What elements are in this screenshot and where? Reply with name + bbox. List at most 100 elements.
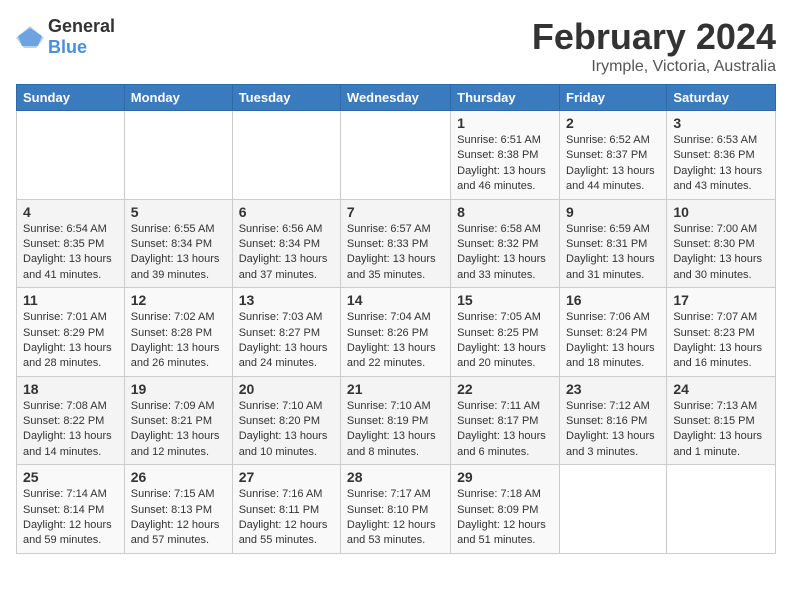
week-row-1: 1 Sunrise: 6:51 AMSunset: 8:38 PMDaylight… [17, 111, 776, 200]
calendar-cell: 2Sunrise: 6:52 AMSunset: 8:37 PMDaylight… [560, 111, 667, 200]
day-info: Sunrise: 7:16 AMSunset: 8:11 PMDaylight:… [239, 487, 334, 549]
day-number: 3 [673, 115, 769, 131]
calendar-cell: 25 Sunrise: 7:14 AMSunset: 8:14 PMDayligh… [17, 465, 125, 554]
day-number: 1 [457, 115, 553, 131]
day-info: Sunrise: 7:06 AMSunset: 8:24 PMDaylight:… [566, 310, 660, 372]
logo-blue: Blue [48, 37, 87, 57]
day-number: 8 [457, 204, 553, 220]
day-number: 16 [566, 292, 660, 308]
day-number: 21 [347, 381, 444, 397]
day-info: Sunrise: 7:11 AMSunset: 8:17 PMDaylight:… [457, 399, 553, 461]
calendar-cell: 26Sunrise: 7:15 AMSunset: 8:13 PMDayligh… [124, 465, 232, 554]
logo-text: General Blue [48, 16, 115, 58]
weekday-header-monday: Monday [124, 85, 232, 111]
day-info: Sunrise: 7:00 AMSunset: 8:30 PMDaylight:… [673, 222, 769, 284]
weekday-header-tuesday: Tuesday [232, 85, 340, 111]
day-number: 19 [131, 381, 226, 397]
day-number: 23 [566, 381, 660, 397]
weekday-header-thursday: Thursday [451, 85, 560, 111]
day-info: Sunrise: 7:17 AMSunset: 8:10 PMDaylight:… [347, 487, 444, 549]
weekday-header-saturday: Saturday [667, 85, 776, 111]
calendar-cell: 12 Sunrise: 7:02 AMSunset: 8:28 PMDayligh… [124, 288, 232, 377]
day-info: Sunrise: 7:10 AMSunset: 8:20 PMDaylight:… [239, 399, 334, 461]
weekday-header-row: SundayMondayTuesdayWednesdayThursdayFrid… [17, 85, 776, 111]
day-number: 5 [131, 204, 226, 220]
location-title: Irymple, Victoria, Australia [532, 58, 776, 76]
title-area: February 2024 Irymple, Victoria, Austral… [532, 16, 776, 76]
calendar-cell: 21Sunrise: 7:10 AMSunset: 8:19 PMDayligh… [340, 376, 450, 465]
day-info: Sunrise: 7:14 AMSunset: 8:14 PMDaylight:… [23, 487, 118, 549]
day-number: 29 [457, 469, 553, 485]
calendar-cell: 29Sunrise: 7:18 AMSunset: 8:09 PMDayligh… [451, 465, 560, 554]
weekday-header-wednesday: Wednesday [340, 85, 450, 111]
calendar-cell: 22 Sunrise: 7:11 AMSunset: 8:17 PMDayligh… [451, 376, 560, 465]
day-number: 27 [239, 469, 334, 485]
day-info: Sunrise: 7:08 AMSunset: 8:22 PMDaylight:… [23, 399, 118, 461]
calendar-cell: 17 Sunrise: 7:07 AMSunset: 8:23 PMDayligh… [667, 288, 776, 377]
day-info: Sunrise: 7:03 AMSunset: 8:27 PMDaylight:… [239, 310, 334, 372]
day-number: 13 [239, 292, 334, 308]
calendar-cell: 7 Sunrise: 6:57 AMSunset: 8:33 PMDaylight… [340, 199, 450, 288]
day-info: Sunrise: 7:15 AMSunset: 8:13 PMDaylight:… [131, 487, 226, 549]
day-number: 24 [673, 381, 769, 397]
week-row-5: 25 Sunrise: 7:14 AMSunset: 8:14 PMDayligh… [17, 465, 776, 554]
logo-icon [16, 26, 44, 48]
logo-general: General [48, 16, 115, 36]
calendar-cell [232, 111, 340, 200]
calendar-cell: 24 Sunrise: 7:13 AMSunset: 8:15 PMDayligh… [667, 376, 776, 465]
day-number: 9 [566, 204, 660, 220]
day-info: Sunrise: 6:58 AMSunset: 8:32 PMDaylight:… [457, 222, 553, 284]
day-info: Sunrise: 6:51 AMSunset: 8:38 PMDaylight:… [457, 133, 553, 195]
calendar-cell: 8 Sunrise: 6:58 AMSunset: 8:32 PMDaylight… [451, 199, 560, 288]
day-number: 22 [457, 381, 553, 397]
day-info: Sunrise: 7:12 AMSunset: 8:16 PMDaylight:… [566, 399, 660, 461]
calendar-cell: 19 Sunrise: 7:09 AMSunset: 8:21 PMDayligh… [124, 376, 232, 465]
calendar-cell: 10 Sunrise: 7:00 AMSunset: 8:30 PMDayligh… [667, 199, 776, 288]
week-row-4: 18Sunrise: 7:08 AMSunset: 8:22 PMDayligh… [17, 376, 776, 465]
calendar-cell [340, 111, 450, 200]
day-number: 7 [347, 204, 444, 220]
calendar-cell: 15Sunrise: 7:05 AMSunset: 8:25 PMDayligh… [451, 288, 560, 377]
day-number: 17 [673, 292, 769, 308]
calendar-cell: 5 Sunrise: 6:55 AMSunset: 8:34 PMDaylight… [124, 199, 232, 288]
calendar-cell: 18Sunrise: 7:08 AMSunset: 8:22 PMDayligh… [17, 376, 125, 465]
calendar-cell: 4Sunrise: 6:54 AMSunset: 8:35 PMDaylight… [17, 199, 125, 288]
day-info: Sunrise: 6:55 AMSunset: 8:34 PMDaylight:… [131, 222, 226, 284]
day-number: 14 [347, 292, 444, 308]
calendar-cell: 23 Sunrise: 7:12 AMSunset: 8:16 PMDayligh… [560, 376, 667, 465]
calendar-cell [17, 111, 125, 200]
calendar-cell: 27 Sunrise: 7:16 AMSunset: 8:11 PMDayligh… [232, 465, 340, 554]
week-row-3: 11Sunrise: 7:01 AMSunset: 8:29 PMDayligh… [17, 288, 776, 377]
week-row-2: 4Sunrise: 6:54 AMSunset: 8:35 PMDaylight… [17, 199, 776, 288]
day-number: 2 [566, 115, 660, 131]
day-info: Sunrise: 7:05 AMSunset: 8:25 PMDaylight:… [457, 310, 553, 372]
day-info: Sunrise: 7:01 AMSunset: 8:29 PMDaylight:… [23, 310, 118, 372]
day-number: 10 [673, 204, 769, 220]
calendar-cell: 14Sunrise: 7:04 AMSunset: 8:26 PMDayligh… [340, 288, 450, 377]
calendar-cell: 16 Sunrise: 7:06 AMSunset: 8:24 PMDayligh… [560, 288, 667, 377]
weekday-header-friday: Friday [560, 85, 667, 111]
day-number: 12 [131, 292, 226, 308]
day-info: Sunrise: 6:59 AMSunset: 8:31 PMDaylight:… [566, 222, 660, 284]
calendar-cell [667, 465, 776, 554]
day-number: 6 [239, 204, 334, 220]
calendar-cell: 3 Sunrise: 6:53 AMSunset: 8:36 PMDaylight… [667, 111, 776, 200]
calendar-cell [124, 111, 232, 200]
day-info: Sunrise: 7:07 AMSunset: 8:23 PMDaylight:… [673, 310, 769, 372]
day-info: Sunrise: 6:57 AMSunset: 8:33 PMDaylight:… [347, 222, 444, 284]
day-info: Sunrise: 7:13 AMSunset: 8:15 PMDaylight:… [673, 399, 769, 461]
day-number: 20 [239, 381, 334, 397]
calendar-cell: 20 Sunrise: 7:10 AMSunset: 8:20 PMDayligh… [232, 376, 340, 465]
day-info: Sunrise: 6:53 AMSunset: 8:36 PMDaylight:… [673, 133, 769, 195]
day-number: 28 [347, 469, 444, 485]
day-info: Sunrise: 6:56 AMSunset: 8:34 PMDaylight:… [239, 222, 334, 284]
calendar-table: SundayMondayTuesdayWednesdayThursdayFrid… [16, 84, 776, 554]
day-info: Sunrise: 7:02 AMSunset: 8:28 PMDaylight:… [131, 310, 226, 372]
calendar-cell: 28 Sunrise: 7:17 AMSunset: 8:10 PMDayligh… [340, 465, 450, 554]
day-number: 25 [23, 469, 118, 485]
calendar-cell: 11Sunrise: 7:01 AMSunset: 8:29 PMDayligh… [17, 288, 125, 377]
calendar-cell: 1 Sunrise: 6:51 AMSunset: 8:38 PMDaylight… [451, 111, 560, 200]
calendar-cell: 13 Sunrise: 7:03 AMSunset: 8:27 PMDayligh… [232, 288, 340, 377]
header: General Blue February 2024 Irymple, Vict… [16, 16, 776, 76]
day-info: Sunrise: 7:09 AMSunset: 8:21 PMDaylight:… [131, 399, 226, 461]
